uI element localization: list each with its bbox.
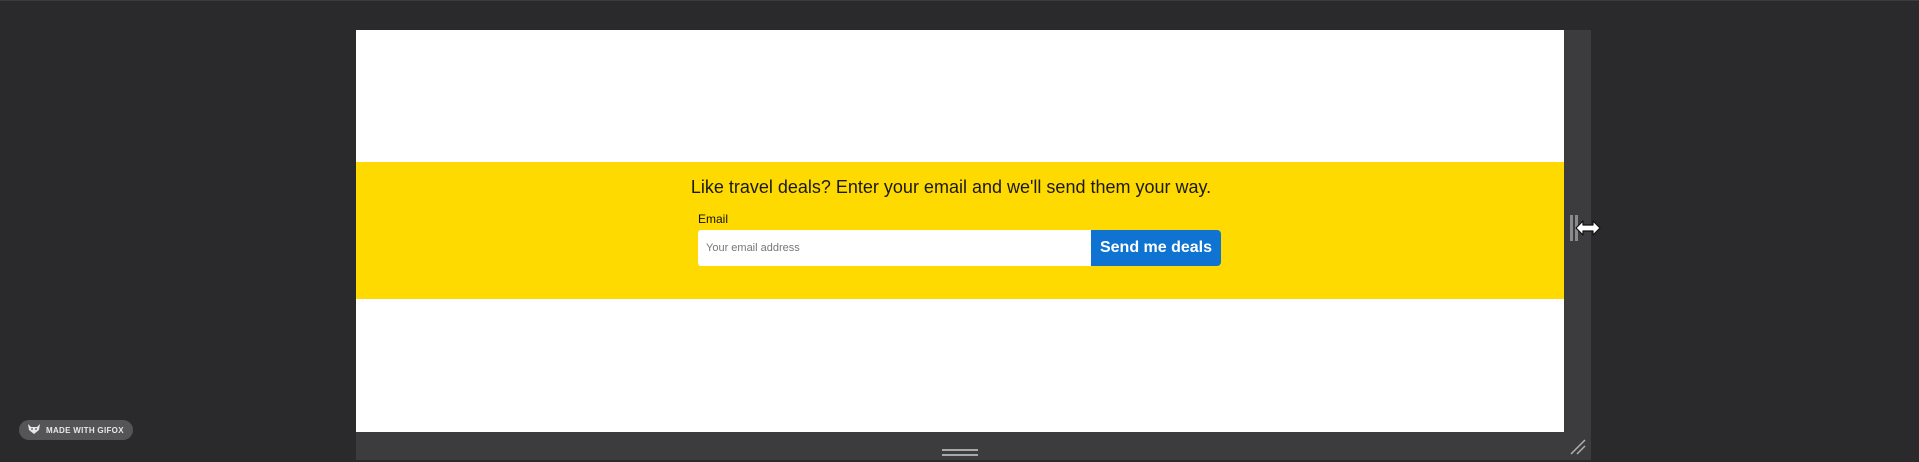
newsletter-form: Email Send me deals	[698, 212, 1228, 266]
banner-headline: Like travel deals? Enter your email and …	[690, 177, 1212, 197]
newsletter-banner: Like travel deals? Enter your email and …	[356, 162, 1564, 299]
send-me-deals-button[interactable]: Send me deals	[1091, 230, 1221, 266]
email-input[interactable]	[698, 230, 1091, 266]
email-row: Send me deals	[698, 230, 1228, 266]
page-viewport: Like travel deals? Enter your email and …	[356, 30, 1564, 432]
horizontal-resize-cursor-icon[interactable]	[1570, 213, 1604, 243]
fox-icon	[27, 423, 41, 437]
email-label: Email	[698, 212, 729, 226]
gifox-badge[interactable]: MADE WITH GIFOX	[19, 420, 133, 440]
drag-handle-icon[interactable]	[942, 444, 978, 456]
window-top-edge	[0, 0, 1919, 1]
badge-label: MADE WITH GIFOX	[46, 425, 124, 435]
corner-resize-icon[interactable]	[1569, 438, 1587, 456]
